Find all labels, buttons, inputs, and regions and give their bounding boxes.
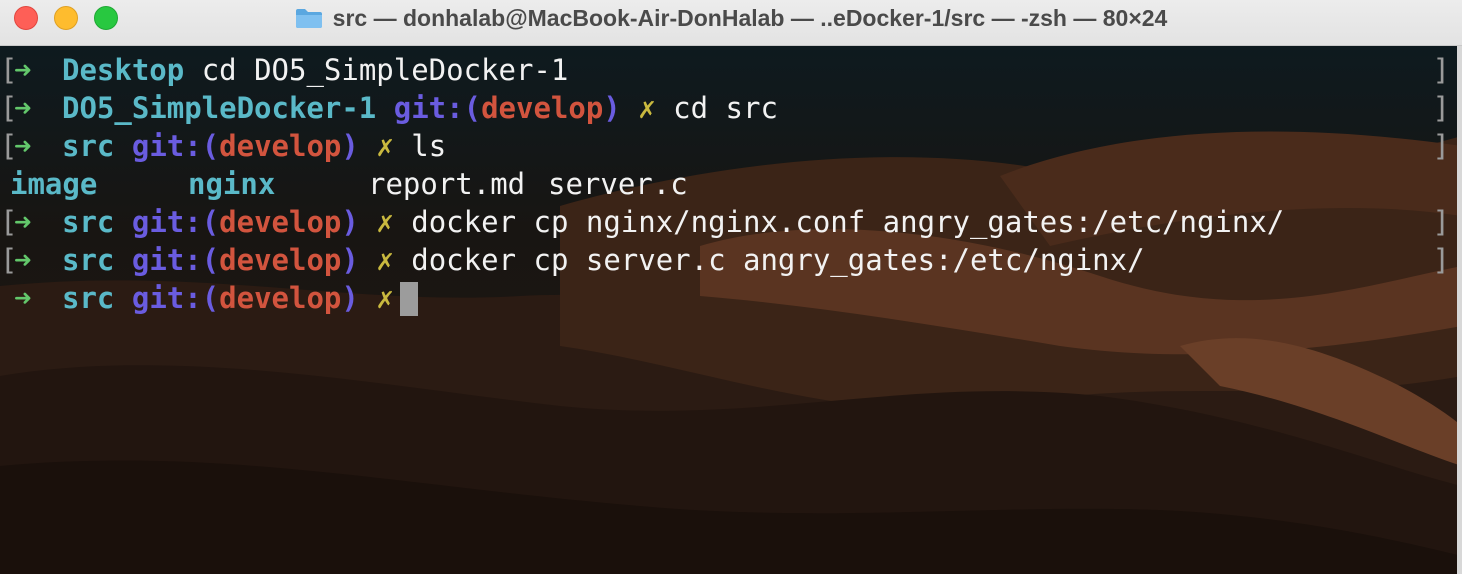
ls-output-line: image nginx report.md server.c (0, 165, 1450, 203)
terminal-content[interactable]: [ ➜ Desktop cd DO5_SimpleDocker-1 ] [ ➜ … (0, 46, 1462, 574)
git-label: git:( (393, 91, 482, 125)
git-label-close: ) (341, 205, 359, 239)
git-label: git:( (131, 129, 220, 163)
command-text: ls (411, 129, 447, 163)
dirty-mark: ✗ (376, 243, 394, 277)
command-text: docker cp nginx/nginx.conf angry_gates:/… (411, 205, 1285, 239)
prompt-arrow: ➜ (14, 205, 32, 239)
dirty-mark: ✗ (638, 91, 656, 125)
prompt-arrow: ➜ (14, 91, 32, 125)
terminal-output: [ ➜ Desktop cd DO5_SimpleDocker-1 ] [ ➜ … (0, 51, 1450, 317)
prompt-dir: src (62, 129, 115, 163)
command-text: cd src (673, 91, 778, 125)
git-label-close: ) (341, 243, 359, 277)
terminal-line: [ ➜ DO5_SimpleDocker-1 git:(develop) ✗ c… (0, 89, 1450, 127)
terminal-line: [ ➜ src git:(develop) ✗ ls ] (0, 127, 1450, 165)
git-label: git:( (131, 281, 220, 315)
git-branch: develop (219, 281, 342, 315)
prompt-dir: src (62, 281, 115, 315)
prompt-arrow: ➜ (14, 53, 32, 87)
window-title: src — donhalab@MacBook-Air-DonHalab — ..… (332, 4, 1168, 31)
prompt-dir: DO5_SimpleDocker-1 (62, 91, 377, 125)
line-marker-right: ] (1432, 243, 1450, 277)
prompt-segment: src git:(develop) ✗ ls (62, 127, 446, 165)
window-right-edge (1457, 46, 1462, 574)
current-prompt-line[interactable]: ➜ src git:(develop) ✗ (0, 279, 1450, 317)
text-cursor[interactable] (399, 282, 418, 316)
line-marker-right: ] (1432, 205, 1450, 239)
git-label: git:( (131, 205, 220, 239)
ls-entry-dir: image (10, 167, 98, 201)
git-branch: develop (219, 243, 342, 277)
prompt-dir: src (62, 205, 115, 239)
git-branch: develop (219, 205, 342, 239)
ls-entry-dir: nginx (188, 167, 276, 201)
ls-entry-file: server.c (548, 167, 688, 201)
prompt-segment: src git:(develop) ✗ docker cp server.c a… (62, 241, 1145, 279)
line-marker-right: ] (1432, 91, 1450, 125)
prompt-segment: src git:(develop) ✗ (62, 279, 418, 317)
prompt-dir: Desktop (62, 53, 185, 87)
git-label: git:( (131, 243, 220, 277)
ls-entry-file: report.md (368, 167, 526, 201)
terminal-line: [ ➜ Desktop cd DO5_SimpleDocker-1 ] (0, 51, 1450, 89)
command-text: cd DO5_SimpleDocker-1 (201, 53, 569, 87)
command-text: docker cp server.c angry_gates:/etc/ngin… (411, 243, 1145, 277)
prompt-arrow: ➜ (14, 129, 32, 163)
terminal-line: [ ➜ src git:(develop) ✗ docker cp nginx/… (0, 203, 1450, 241)
window-title-wrap: src — donhalab@MacBook-Air-DonHalab — ..… (0, 0, 1462, 36)
prompt-arrow: ➜ (14, 243, 32, 277)
prompt-segment: src git:(develop) ✗ docker cp nginx/ngin… (62, 203, 1284, 241)
terminal-window: src — donhalab@MacBook-Air-DonHalab — ..… (0, 0, 1462, 574)
prompt-segment: DO5_SimpleDocker-1 git:(develop) ✗ cd sr… (62, 89, 778, 127)
prompt-segment: Desktop cd DO5_SimpleDocker-1 (62, 51, 568, 89)
git-label-close: ) (341, 281, 359, 315)
git-branch: develop (219, 129, 342, 163)
folder-icon (295, 9, 322, 28)
terminal-line: [ ➜ src git:(develop) ✗ docker cp server… (0, 241, 1450, 279)
dirty-mark: ✗ (376, 281, 394, 315)
git-label-close: ) (603, 91, 621, 125)
title-bar[interactable]: src — donhalab@MacBook-Air-DonHalab — ..… (0, 0, 1462, 46)
git-branch: develop (481, 91, 604, 125)
prompt-arrow: ➜ (14, 281, 32, 315)
prompt-dir: src (62, 243, 115, 277)
dirty-mark: ✗ (376, 129, 394, 163)
dirty-mark: ✗ (376, 205, 394, 239)
line-marker-right: ] (1432, 53, 1450, 87)
git-label-close: ) (341, 129, 359, 163)
line-marker-right: ] (1432, 129, 1450, 163)
